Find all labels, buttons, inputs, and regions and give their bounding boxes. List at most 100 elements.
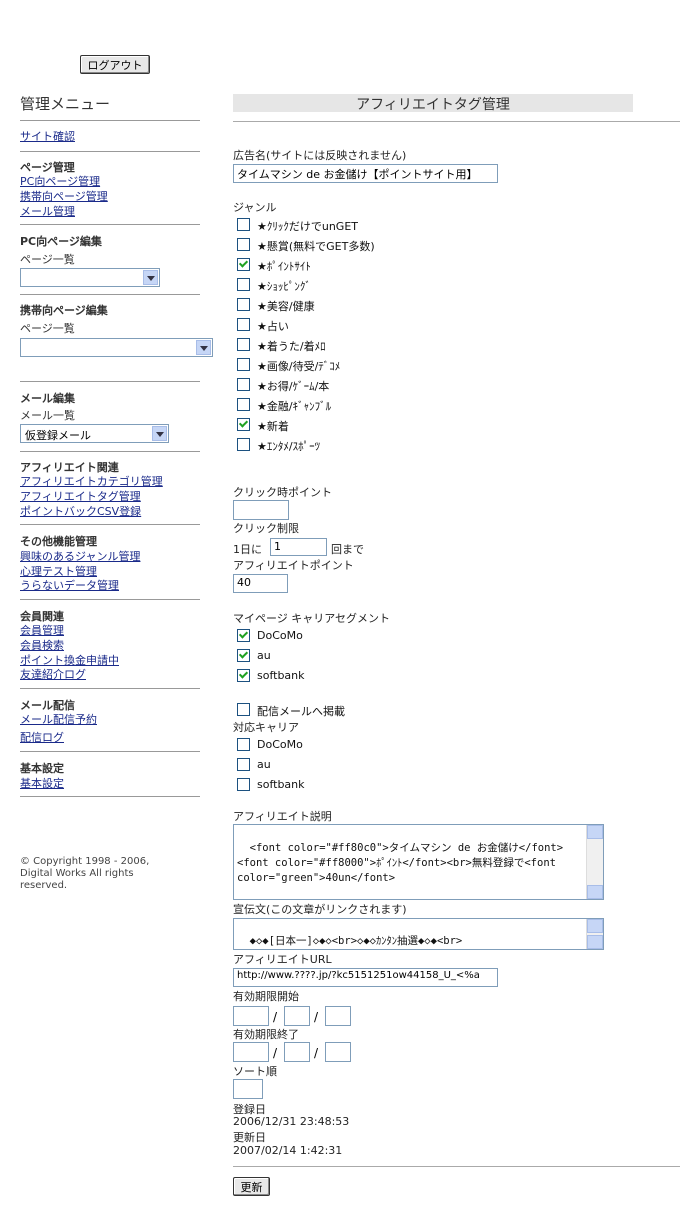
divider bbox=[20, 381, 200, 382]
divider bbox=[20, 751, 200, 752]
member-mgmt-link[interactable]: 会員管理 bbox=[20, 622, 64, 638]
genre-checkbox[interactable] bbox=[237, 298, 250, 311]
pc-edit-heading: PC向ページ編集 bbox=[20, 235, 102, 248]
click-limit-input[interactable]: 1 bbox=[270, 538, 327, 556]
pc-page-list-label: ページ一覧 bbox=[20, 253, 75, 266]
mail-mgmt-link[interactable]: メール管理 bbox=[20, 203, 75, 219]
click-point-input[interactable] bbox=[233, 500, 289, 520]
genre-label: ★ｴﾝﾀﾒ/ｽﾎﾟｰﾂ bbox=[257, 440, 321, 453]
genre-checkbox[interactable] bbox=[237, 258, 250, 271]
mobile-page-list-label: ページ一覧 bbox=[20, 322, 75, 335]
divider bbox=[20, 688, 200, 689]
genre-label: ★占い bbox=[257, 320, 289, 333]
fortune-data-link[interactable]: うらないデータ管理 bbox=[20, 577, 119, 593]
mobile-edit-heading: 携帯向ページ編集 bbox=[20, 304, 108, 317]
affiliate-category-link[interactable]: アフィリエイトカテゴリ管理 bbox=[20, 473, 163, 489]
pointback-csv-link[interactable]: ポイントバックCSV登録 bbox=[20, 503, 141, 519]
divider bbox=[20, 151, 200, 152]
desc-textarea[interactable]: <font color="#ff80c0">タイムマシン de お金儲け</fo… bbox=[233, 824, 604, 900]
genre-checkbox[interactable] bbox=[237, 238, 250, 251]
genre-checkbox[interactable] bbox=[237, 218, 250, 231]
desc-label: アフィリエイト説明 bbox=[233, 810, 332, 823]
mypage-carrier-label: softbank bbox=[257, 669, 305, 682]
genre-label: ★新着 bbox=[257, 420, 289, 433]
genre-label: ★ｸﾘｯｸだけでunGET bbox=[257, 220, 358, 233]
genre-checkbox[interactable] bbox=[237, 418, 250, 431]
genre-checkbox[interactable] bbox=[237, 278, 250, 291]
genre-checkbox[interactable] bbox=[237, 338, 250, 351]
genre-checkbox[interactable] bbox=[237, 358, 250, 371]
pc-page-select[interactable] bbox=[20, 268, 160, 287]
update-button[interactable]: 更新 bbox=[233, 1177, 270, 1196]
site-check-link[interactable]: サイト確認 bbox=[20, 128, 75, 144]
desc-scrollbar[interactable] bbox=[586, 825, 603, 899]
promo-scrollbar[interactable] bbox=[586, 919, 603, 949]
start-month-input[interactable] bbox=[284, 1006, 310, 1026]
carrier-label: softbank bbox=[257, 778, 305, 791]
scroll-up-icon[interactable] bbox=[587, 919, 603, 933]
url-label: アフィリエイトURL bbox=[233, 953, 332, 966]
scroll-down-icon[interactable] bbox=[587, 935, 603, 949]
scroll-up-icon[interactable] bbox=[587, 825, 603, 839]
divider bbox=[20, 120, 200, 121]
carrier-checkbox[interactable] bbox=[237, 738, 250, 751]
sort-input[interactable] bbox=[233, 1079, 263, 1099]
genre-checkbox[interactable] bbox=[237, 438, 250, 451]
mail-select[interactable]: 仮登録メール bbox=[20, 424, 169, 443]
genre-label: ★画像/待受/ﾃﾞｺﾒ bbox=[257, 360, 341, 373]
aff-point-input[interactable]: 40 bbox=[233, 574, 288, 593]
divider bbox=[20, 796, 200, 797]
genre-checkbox[interactable] bbox=[237, 318, 250, 331]
mail-publish-checkbox[interactable] bbox=[237, 703, 250, 716]
start-day-input[interactable] bbox=[325, 1006, 351, 1026]
mail-publish-label: 配信メールへ掲載 bbox=[257, 705, 345, 718]
carrier-checkbox[interactable] bbox=[237, 758, 250, 771]
mail-schedule-link[interactable]: メール配信予約 bbox=[20, 711, 97, 727]
promo-label: 宣伝文(この文章がリンクされます) bbox=[233, 903, 407, 916]
friend-intro-log-link[interactable]: 友達紹介ログ bbox=[20, 666, 86, 682]
page-title: アフィリエイトタグ管理 bbox=[356, 97, 510, 113]
carrier-label: 対応キャリア bbox=[233, 721, 299, 734]
mypage-carrier-label: au bbox=[257, 649, 271, 662]
basic-settings-link[interactable]: 基本設定 bbox=[20, 775, 64, 791]
upd-date-label: 更新日 bbox=[233, 1131, 266, 1144]
logout-button[interactable]: ログアウト bbox=[80, 55, 150, 74]
mypage-carrier-label: マイページ キャリアセグメント bbox=[233, 612, 391, 625]
send-log-link[interactable]: 配信ログ bbox=[20, 729, 64, 745]
basic-heading: 基本設定 bbox=[20, 762, 64, 775]
mypage-carrier-checkbox[interactable] bbox=[237, 629, 250, 642]
date-separator: / bbox=[273, 1046, 278, 1060]
mobile-page-select[interactable] bbox=[20, 338, 213, 357]
member-search-link[interactable]: 会員検索 bbox=[20, 637, 64, 653]
affiliate-tag-link[interactable]: アフィリエイトタグ管理 bbox=[20, 488, 141, 504]
desc-text: <font color="#ff80c0">タイムマシン de お金儲け</fo… bbox=[237, 842, 570, 884]
end-day-input[interactable] bbox=[325, 1042, 351, 1062]
other-heading: その他機能管理 bbox=[20, 535, 97, 548]
genre-checkbox[interactable] bbox=[237, 378, 250, 391]
mypage-carrier-label: DoCoMo bbox=[257, 629, 303, 642]
genre-mgmt-link[interactable]: 興味のあるジャンル管理 bbox=[20, 548, 140, 564]
date-separator: / bbox=[314, 1046, 319, 1060]
genre-label: ★着うた/着ﾒﾛ bbox=[257, 340, 326, 353]
start-date-label: 有効期限開始 bbox=[233, 990, 299, 1003]
promo-textarea[interactable]: ◆◇◆[日本一]◇◆◇<br>◇◆◇ｶﾝﾀﾝ抽選◆◇◆<br> １等：10万円 … bbox=[233, 918, 604, 950]
mypage-carrier-checkbox[interactable] bbox=[237, 649, 250, 662]
mypage-carrier-checkbox[interactable] bbox=[237, 669, 250, 682]
end-month-input[interactable] bbox=[284, 1042, 310, 1062]
ad-name-input[interactable]: タイムマシン de お金儲け【ポイントサイト用】 bbox=[233, 164, 498, 183]
genre-label: ★美容/健康 bbox=[257, 300, 315, 313]
scroll-down-icon[interactable] bbox=[587, 885, 603, 899]
mobile-page-mgmt-link[interactable]: 携帯向ページ管理 bbox=[20, 188, 108, 204]
url-input[interactable]: http://www.????.jp/?kc5151251ow44158_U_<… bbox=[233, 968, 498, 987]
genre-label: ジャンル bbox=[233, 201, 277, 214]
genre-label: ★ﾎﾟｲﾝﾄｻｲﾄ bbox=[257, 260, 311, 273]
genre-checkbox[interactable] bbox=[237, 398, 250, 411]
genre-label: ★お得/ｹﾞｰﾑ/本 bbox=[257, 380, 330, 393]
upd-date-value: 2007/02/14 1:42:31 bbox=[233, 1144, 343, 1157]
chevron-down-icon bbox=[143, 270, 158, 285]
carrier-checkbox[interactable] bbox=[237, 778, 250, 791]
pc-page-mgmt-link[interactable]: PC向ページ管理 bbox=[20, 173, 100, 189]
end-year-input[interactable] bbox=[233, 1042, 269, 1062]
start-year-input[interactable] bbox=[233, 1006, 269, 1026]
genre-label: ★懸賞(無料でGET多数) bbox=[257, 240, 375, 253]
